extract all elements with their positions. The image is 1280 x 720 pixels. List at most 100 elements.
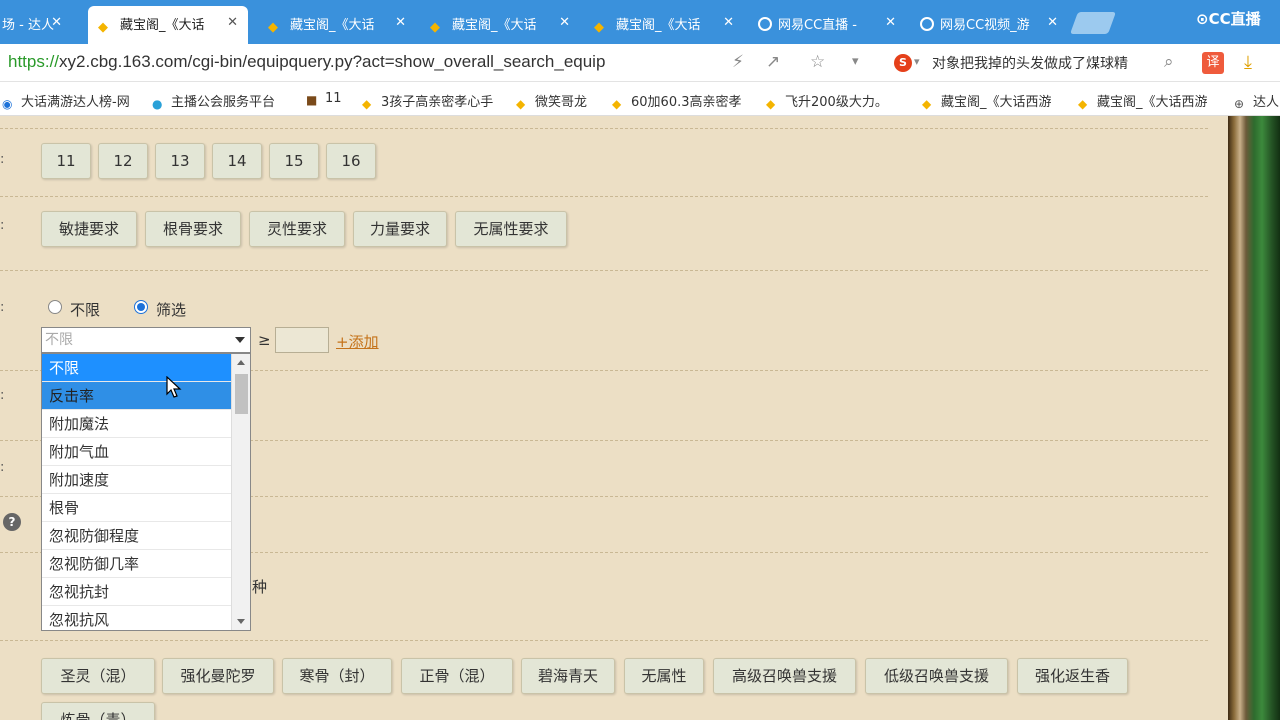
mouse-cursor-icon — [166, 376, 182, 398]
tab-5[interactable]: ◆ 藏宝阁_《大话 ✕ — [584, 6, 744, 44]
bookmark-item[interactable]: ■ 11 — [306, 91, 356, 107]
bookmark-item[interactable]: ◆ 3孩子高亲密孝心手 — [362, 91, 502, 111]
bookmark-label: 藏宝阁_《大话西游 — [941, 95, 1052, 110]
chevron-down-icon[interactable]: ▾ — [852, 53, 859, 71]
radio-filter[interactable] — [134, 300, 148, 314]
dropdown-option[interactable]: 忽视防御程度 — [42, 522, 231, 550]
close-tab-icon[interactable]: ✕ — [395, 15, 406, 30]
search-icon[interactable]: ⌕ — [1164, 53, 1174, 71]
close-tab-icon[interactable]: ✕ — [51, 15, 62, 30]
strength-requirement-button[interactable]: 力量要求 — [353, 211, 447, 247]
radio-unlimited-label: 不限 — [70, 301, 101, 319]
row-label-colon: : — [0, 460, 5, 475]
level-button-15[interactable]: 15 — [269, 143, 319, 179]
scroll-up-icon[interactable] — [237, 360, 245, 365]
skill-button[interactable]: 寒骨（封） — [282, 658, 392, 694]
spirit-requirement-button[interactable]: 灵性要求 — [249, 211, 345, 247]
bookmark-item[interactable]: ◆ 藏宝阁_《大话西游 — [1078, 91, 1218, 111]
dropdown-option[interactable]: 忽视抗风 — [42, 606, 231, 630]
new-tab-button[interactable] — [1069, 12, 1117, 34]
dropdown-scrollbar[interactable] — [231, 354, 250, 630]
constitution-requirement-button[interactable]: 根骨要求 — [145, 211, 241, 247]
level-button-14[interactable]: 14 — [212, 143, 262, 179]
share-icon[interactable]: ↗ — [766, 53, 780, 71]
download-icon[interactable]: ⤓ — [1244, 52, 1252, 73]
tab-4[interactable]: ◆ 藏宝阁_《大话 ✕ — [420, 6, 580, 44]
dropdown-option[interactable]: 附加速度 — [42, 466, 231, 494]
star-icon[interactable]: ☆ — [810, 53, 825, 71]
dropdown-option[interactable]: 附加魔法 — [42, 410, 231, 438]
scroll-thumb[interactable] — [235, 374, 248, 414]
skill-button[interactable]: 强化曼陀罗 — [162, 658, 274, 694]
bookmarks-bar: ◉ 大话满游达人榜-网 ● 主播公会服务平台 ■ 11 ◆ 3孩子高亲密孝心手 ◆ 微笑哥… — [0, 82, 1280, 116]
browser-tab-strip: 场 - 达人 ✕ ◆ 藏宝阁_《大话 ✕ ◆ 藏宝阁_《大话 ✕ ◆ 藏宝阁_《大话 … — [0, 0, 1280, 44]
no-attribute-requirement-button[interactable]: 无属性要求 — [455, 211, 567, 247]
translate-button[interactable]: 译 — [1202, 52, 1224, 74]
tab-7[interactable]: 网易CC视频_游 ✕ — [910, 6, 1068, 44]
divider — [0, 640, 1208, 641]
row-label-colon: : — [0, 388, 5, 403]
skill-button[interactable]: 高级召唤兽支援 — [713, 658, 856, 694]
bookmark-label: 飞升200级大力。 — [785, 95, 888, 110]
dropdown-option[interactable]: 忽视防御几率 — [42, 550, 231, 578]
dropdown-option[interactable]: 附加气血 — [42, 438, 231, 466]
dropdown-option[interactable]: 反击率 — [42, 382, 231, 410]
scroll-down-icon[interactable] — [237, 619, 245, 624]
bookmark-item[interactable]: ⊕ 达人 — [1234, 91, 1280, 111]
attribute-select[interactable]: 不限 — [41, 327, 251, 353]
skill-button[interactable]: 低级召唤兽支援 — [865, 658, 1008, 694]
level-button-12[interactable]: 12 — [98, 143, 148, 179]
url-field[interactable]: https://xy2.cbg.163.com/cgi-bin/equipque… — [8, 52, 605, 72]
bookmark-item[interactable]: ◆ 飞升200级大力。 — [766, 91, 906, 111]
tab-3[interactable]: ◆ 藏宝阁_《大话 ✕ — [258, 6, 416, 44]
tab-1[interactable]: 场 - 达人 ✕ — [0, 6, 72, 44]
tab-6[interactable]: 网易CC直播 - ✕ — [748, 6, 906, 44]
bookmark-label: 主播公会服务平台 — [171, 95, 276, 110]
lightning-icon[interactable]: ⚡ — [732, 53, 744, 71]
bookmark-label: 60加60.3高亲密孝 — [631, 95, 742, 110]
close-tab-icon[interactable]: ✕ — [723, 15, 734, 30]
level-button-16[interactable]: 16 — [326, 143, 376, 179]
divider — [0, 196, 1208, 197]
skill-button[interactable]: 碧海青天 — [521, 658, 615, 694]
add-condition-link[interactable]: +添加 — [336, 331, 379, 352]
url-path: xy2.cbg.163.com/cgi-bin/equipquery.py?ac… — [59, 52, 606, 71]
skill-button[interactable]: 无属性 — [624, 658, 704, 694]
level-button-13[interactable]: 13 — [155, 143, 205, 179]
engine-dropdown-icon[interactable]: ▾ — [914, 53, 920, 71]
help-icon[interactable]: ? — [3, 513, 21, 531]
bookmark-item[interactable]: ◆ 60加60.3高亲密孝 — [612, 91, 752, 111]
cc-icon: ◉ — [2, 97, 13, 111]
cbg-icon: ◆ — [612, 97, 622, 111]
url-protocol: https:// — [8, 52, 60, 71]
bookmark-item[interactable]: ◆ 藏宝阁_《大话西游 — [922, 91, 1062, 111]
tab-label: 藏宝阁_《大话 — [290, 18, 375, 33]
level-button-11[interactable]: 11 — [41, 143, 91, 179]
skill-button[interactable]: 强化返生香 — [1017, 658, 1128, 694]
dropdown-option[interactable]: 不限 — [42, 354, 231, 382]
bookmark-item[interactable]: ◉ 大话满游达人榜-网 — [2, 91, 138, 111]
cbg-icon: ◆ — [766, 97, 776, 111]
close-tab-icon[interactable]: ✕ — [1047, 15, 1058, 30]
close-tab-icon[interactable]: ✕ — [559, 15, 570, 30]
close-tab-icon[interactable]: ✕ — [885, 15, 896, 30]
bookmark-item[interactable]: ◆ 微笑哥龙 — [516, 91, 606, 111]
close-tab-icon[interactable]: ✕ — [227, 15, 238, 30]
agility-requirement-button[interactable]: 敏捷要求 — [41, 211, 137, 247]
attribute-dropdown-list: 不限 反击率 附加魔法 附加气血 附加速度 根骨 忽视防御程度 忽视防御几率 忽… — [41, 353, 251, 631]
attribute-value-input[interactable] — [275, 327, 329, 353]
radio-filter-label: 筛选 — [156, 301, 187, 319]
cbg-icon: ◆ — [430, 20, 440, 35]
search-field[interactable]: 对象把我掉的头发做成了煤球精 — [932, 53, 1128, 73]
skill-button[interactable]: 正骨（混） — [401, 658, 513, 694]
dropdown-option[interactable]: 根骨 — [42, 494, 231, 522]
skill-button[interactable]: 炼骨（毒） — [41, 702, 155, 720]
radio-unlimited[interactable] — [48, 300, 62, 314]
skill-button[interactable]: 圣灵（混） — [41, 658, 155, 694]
tab-label: 场 - 达人 — [2, 18, 54, 33]
tab-label: 网易CC视频_游 — [940, 18, 1030, 33]
dropdown-option[interactable]: 忽视抗封 — [42, 578, 231, 606]
tab-2[interactable]: ◆ 藏宝阁_《大话 ✕ — [88, 6, 248, 44]
sogou-search-icon[interactable]: S — [894, 54, 912, 72]
bookmark-item[interactable]: ● 主播公会服务平台 — [152, 91, 296, 111]
